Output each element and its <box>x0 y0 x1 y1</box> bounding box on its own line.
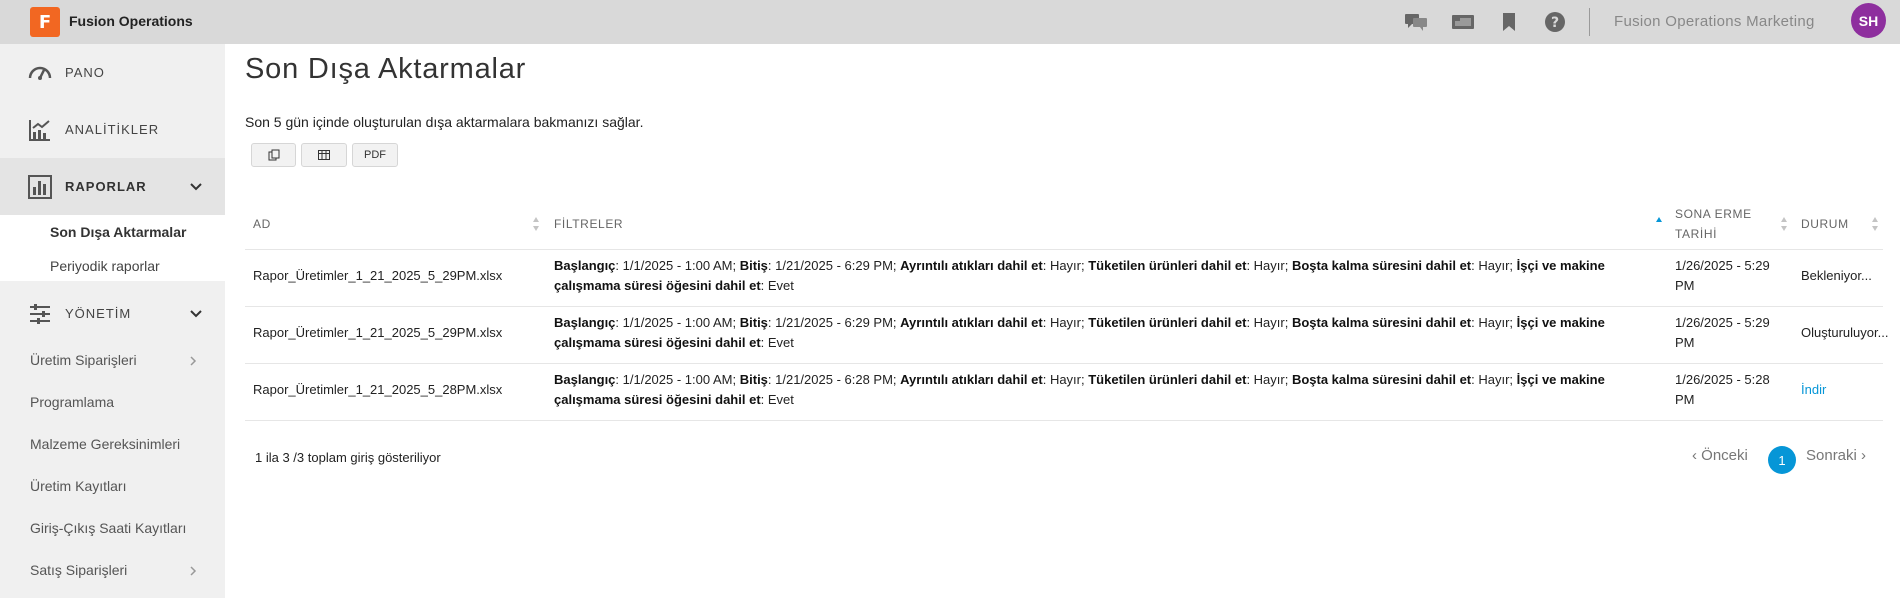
sidebar-item-reports[interactable]: RAPORLAR <box>0 158 225 215</box>
sidebar-item-material-requirements[interactable]: Malzeme Gereksinimleri <box>30 436 180 452</box>
status-text: Oluşturuluyor... <box>1801 325 1889 340</box>
divider <box>245 249 1883 250</box>
app-title[interactable]: Fusion Operations <box>69 13 193 29</box>
column-header-status[interactable]: DURUM <box>1801 199 1871 249</box>
reports-subnav: Son Dışa Aktarmalar Periyodik raporlar <box>0 215 225 281</box>
help-icon[interactable]: ? <box>1543 11 1567 33</box>
chevron-right-icon[interactable] <box>188 566 198 576</box>
topbar-separator <box>1589 8 1590 36</box>
expiry-date: 1/26/2025 - 5:28 PM <box>1675 372 1770 407</box>
filters-text: Başlangıç: 1/1/2025 - 1:00 AM; Bitiş: 1/… <box>554 258 1605 293</box>
app-logo[interactable]: F <box>30 7 60 37</box>
svg-text:?: ? <box>1551 15 1559 31</box>
sidebar-subitem-periodic-reports[interactable]: Periyodik raporlar <box>50 258 160 274</box>
csv-button[interactable] <box>301 143 347 167</box>
page-description: Son 5 gün içinde oluşturulan dışa aktarm… <box>245 114 644 130</box>
page-number-button[interactable]: 1 <box>1768 446 1796 474</box>
sidebar-item-management[interactable]: YÖNETİM <box>0 285 225 342</box>
sort-icon[interactable] <box>1780 216 1788 232</box>
sidebar-item-label: RAPORLAR <box>65 179 147 194</box>
reports-icon <box>28 174 52 199</box>
download-link[interactable]: İndir <box>1801 380 1826 400</box>
file-name: Rapor_Üretimler_1_21_2025_5_29PM.xlsx <box>253 325 503 340</box>
sidebar-item-sales-orders[interactable]: Satış Siparişleri <box>30 562 127 578</box>
entries-info: 1 ila 3 /3 toplam giriş gösteriliyor <box>255 450 441 465</box>
column-header-name[interactable]: AD <box>253 199 543 249</box>
file-name: Rapor_Üretimler_1_21_2025_5_28PM.xlsx <box>253 382 503 397</box>
divider <box>245 306 1883 307</box>
user-avatar[interactable]: SH <box>1851 3 1886 38</box>
chat-icon[interactable] <box>1404 11 1428 33</box>
filters-text: Başlangıç: 1/1/2025 - 1:00 AM; Bitiş: 1/… <box>554 372 1605 407</box>
sort-asc-icon[interactable] <box>1655 216 1663 232</box>
chevron-down-icon[interactable] <box>189 307 203 321</box>
sort-icon[interactable] <box>532 216 540 232</box>
sliders-icon <box>30 303 50 324</box>
expiry-date: 1/26/2025 - 5:29 PM <box>1675 258 1770 293</box>
org-name[interactable]: Fusion Operations Marketing <box>1614 13 1815 30</box>
chevron-left-icon: ‹ <box>1692 447 1697 464</box>
sidebar-item-label: YÖNETİM <box>65 306 132 321</box>
sidebar-item-production-logs[interactable]: Üretim Kayıtları <box>30 478 126 494</box>
pdf-button[interactable]: PDF <box>352 143 398 167</box>
filters-text: Başlangıç: 1/1/2025 - 1:00 AM; Bitiş: 1/… <box>554 315 1605 350</box>
status-text: Bekleniyor... <box>1801 268 1872 283</box>
copy-icon <box>268 149 279 161</box>
dashboard-icon <box>28 66 52 80</box>
presentation-icon[interactable] <box>1451 11 1475 33</box>
divider <box>245 363 1883 364</box>
top-bar: F Fusion Operations ? Fusion Operations … <box>0 0 1900 44</box>
previous-page-button[interactable]: ‹ Önceki <box>1692 447 1748 464</box>
page-title: Son Dışa Aktarmalar <box>245 53 527 85</box>
sidebar-item-dashboard[interactable]: PANO <box>0 44 225 101</box>
chevron-down-icon[interactable] <box>189 180 203 194</box>
analytics-icon <box>29 119 50 141</box>
sidebar-item-analytics[interactable]: ANALİTİKLER <box>0 101 225 158</box>
expiry-date: 1/26/2025 - 5:29 PM <box>1675 315 1770 350</box>
sidebar: PANO ANALİTİKLER RAPORLAR Son Dışa Aktar… <box>0 44 225 598</box>
column-header-filters[interactable]: FİLTRELER <box>554 199 1054 249</box>
sidebar-item-label: ANALİTİKLER <box>65 122 160 137</box>
sort-icon[interactable] <box>1871 216 1879 232</box>
sidebar-item-label: PANO <box>65 65 105 80</box>
bookmark-icon[interactable] <box>1497 11 1521 33</box>
chevron-right-icon[interactable] <box>188 356 198 366</box>
divider <box>245 420 1883 421</box>
copy-button[interactable] <box>251 143 296 167</box>
sidebar-item-production-orders[interactable]: Üretim Siparişleri <box>30 352 137 368</box>
sidebar-subitem-recent-exports[interactable]: Son Dışa Aktarmalar <box>50 224 186 240</box>
chevron-right-icon: › <box>1861 447 1867 464</box>
column-header-expiry[interactable]: SONA ERME TARİHİ <box>1675 199 1775 249</box>
next-page-button[interactable]: Sonraki › <box>1806 447 1866 464</box>
sidebar-item-scheduling[interactable]: Programlama <box>30 394 114 410</box>
file-name: Rapor_Üretimler_1_21_2025_5_29PM.xlsx <box>253 268 503 283</box>
sidebar-item-clock-records[interactable]: Giriş-Çıkış Saati Kayıtları <box>30 520 186 536</box>
table-icon <box>318 150 330 160</box>
